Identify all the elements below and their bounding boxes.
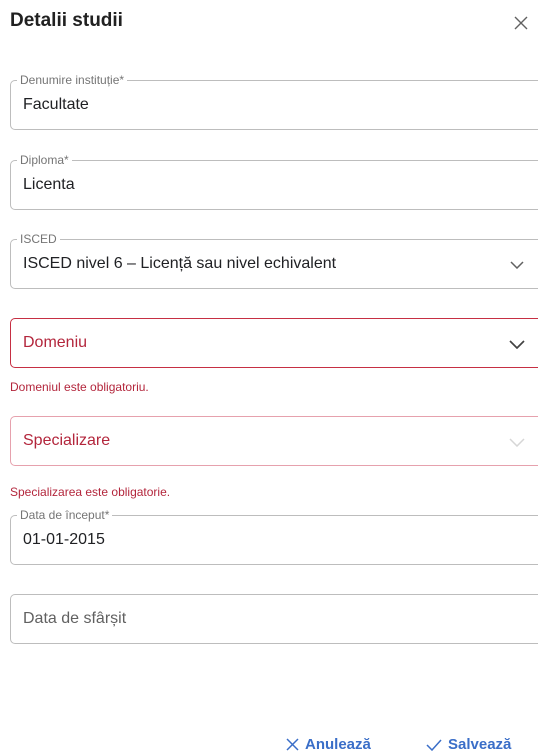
isced-select[interactable]: ISCED ISCED nivel 6 – Licență sau nivel … (10, 232, 538, 289)
specialization-error-message: Specializarea este obligatorie. (10, 485, 171, 499)
save-label: Salvează (448, 736, 512, 753)
page-title: Detalii studii (10, 10, 123, 31)
start-date-field[interactable]: Data de început* 01-01-2015 (10, 508, 538, 565)
institution-label: Denumire instituție* (17, 73, 128, 87)
close-icon (514, 16, 528, 30)
start-date-value: 01-01-2015 (23, 531, 105, 548)
domain-error-message: Domeniul este obligatoriu. (10, 380, 149, 394)
diploma-value: Licenta (23, 176, 75, 193)
cancel-label: Anulează (305, 736, 371, 753)
start-date-label: Data de început* (17, 508, 113, 522)
specialization-select[interactable]: Specializare (10, 416, 538, 466)
chevron-down-icon (509, 339, 525, 349)
check-icon (426, 738, 442, 751)
institution-value: Facultate (23, 96, 89, 113)
end-date-placeholder: Data de sfârșit (23, 610, 127, 627)
domain-dropdown-toggle[interactable] (509, 336, 525, 352)
close-icon (286, 738, 299, 751)
diploma-label: Diploma* (17, 153, 72, 167)
close-button[interactable] (512, 14, 530, 32)
chevron-down-icon (509, 437, 525, 447)
domain-placeholder: Domeniu (23, 334, 88, 351)
domain-select[interactable]: Domeniu (10, 318, 538, 368)
end-date-field[interactable]: Data de sfârșit (10, 594, 538, 644)
isced-dropdown-toggle[interactable] (509, 257, 525, 273)
chevron-down-icon (510, 261, 524, 269)
isced-label: ISCED (17, 232, 60, 246)
institution-field[interactable]: Denumire instituție* Facultate (10, 73, 538, 130)
save-button[interactable]: Salvează (426, 736, 511, 753)
isced-value: ISCED nivel 6 – Licență sau nivel echiva… (23, 255, 337, 272)
diploma-field[interactable]: Diploma* Licenta (10, 153, 538, 210)
specialization-dropdown-toggle[interactable] (509, 434, 525, 450)
specialization-placeholder: Specializare (23, 432, 111, 449)
cancel-button[interactable]: Anulează (286, 736, 371, 753)
